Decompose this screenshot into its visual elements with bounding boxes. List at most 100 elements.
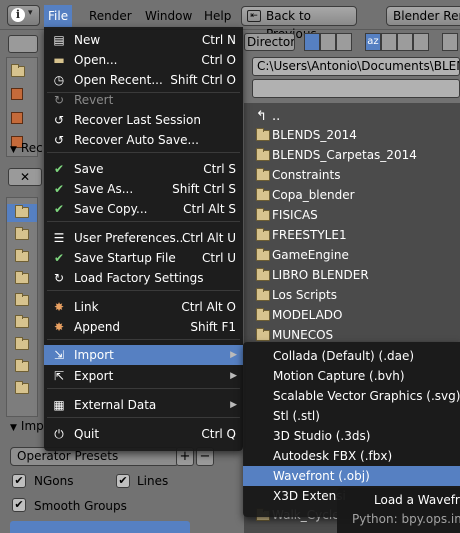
menu-file[interactable]: File — [44, 5, 73, 27]
list-item-label: BLENDS_Carpetas_2014 — [272, 148, 417, 162]
display-short-list-button[interactable] — [304, 33, 320, 51]
import-panel-header[interactable]: ▼ Imp — [10, 419, 44, 433]
link-icon: ✸ — [53, 300, 65, 314]
directory-path-field[interactable]: C:\Users\Antonio\Documents\BLENDER\ — [252, 57, 460, 76]
display-long-list-button[interactable] — [320, 33, 336, 51]
sort-time-button[interactable] — [397, 33, 413, 51]
list-item[interactable]: FREESTYLE1 — [244, 225, 460, 245]
menu-help[interactable]: Help — [204, 7, 231, 25]
import-item-fbx[interactable]: Autodesk FBX (.fbx) — [243, 446, 460, 466]
folder-icon — [15, 337, 29, 350]
sort-size-button[interactable] — [413, 33, 429, 51]
menu-item-recover-auto-save[interactable]: ↺ Recover Auto Save... — [44, 130, 243, 150]
menu-item-label: Revert — [74, 93, 114, 107]
import-item-svg[interactable]: Scalable Vector Graphics (.svg) — [243, 386, 460, 406]
preferences-icon: ☰ — [53, 231, 65, 245]
tooltip-description: Load a Wavefront — [374, 493, 460, 507]
menu-window[interactable]: Window — [145, 7, 192, 25]
menu-separator — [47, 339, 240, 340]
back-to-previous-button[interactable]: ⇤ Back to Previous — [241, 6, 357, 41]
list-item[interactable]: Copa_blender — [244, 185, 460, 205]
filename-field[interactable] — [252, 79, 460, 98]
folder-icon — [15, 249, 29, 262]
menu-item-open-recent[interactable]: ◷ Open Recent... Shift Ctrl O — [44, 70, 243, 90]
auto-save-icon: ↺ — [53, 133, 65, 147]
menu-item-link[interactable]: ✸ Link Ctrl Alt O — [44, 297, 243, 317]
menu-item-quit[interactable]: ⏻ Quit Ctrl Q — [44, 424, 243, 444]
operator-button-partial[interactable] — [10, 521, 190, 533]
recent-folders-list — [6, 197, 38, 417]
menu-item-shortcut: Ctrl O — [201, 53, 236, 67]
menu-item-label: Import — [74, 348, 114, 362]
open-folder-icon: ▬ — [53, 53, 65, 67]
menu-item-recover-last-session[interactable]: ↺ Recover Last Session — [44, 110, 243, 130]
back-icon: ⇤ — [247, 10, 261, 22]
render-engine-select[interactable]: Blender Rend — [386, 6, 460, 26]
sort-alpha-icon[interactable]: az — [365, 33, 381, 51]
recover-icon: ↺ — [53, 113, 65, 127]
list-item-label: Constraints — [272, 168, 341, 182]
menu-item-shortcut: Ctrl S — [203, 162, 236, 176]
recent-panel-header[interactable]: ▼ Rec — [10, 141, 43, 155]
list-item[interactable]: MODELADO — [244, 305, 460, 325]
list-item[interactable]: Constraints — [244, 165, 460, 185]
smooth-groups-checkbox[interactable]: ✔ — [12, 498, 26, 512]
menu-item-save-as[interactable]: ✔ Save As... Shift Ctrl S — [44, 179, 243, 199]
menu-item-label: Link — [74, 300, 99, 314]
menu-item-label: Save As... — [74, 182, 134, 196]
folder-icon — [256, 188, 270, 201]
menu-item-label: Open... — [74, 53, 118, 67]
parent-directory-button[interactable]: Directory — [244, 33, 295, 51]
ngons-label: NGons — [34, 474, 74, 488]
parent-dir-row[interactable]: ↰ .. — [244, 107, 460, 127]
menu-item-new[interactable]: ▤ New Ctrl N — [44, 30, 243, 50]
menu-item-save-copy[interactable]: ✔ Save Copy... Ctrl Alt S — [44, 199, 243, 219]
list-item[interactable]: Los Scripts — [244, 285, 460, 305]
import-item-bvh[interactable]: Motion Capture (.bvh) — [243, 366, 460, 386]
sort-extension-button[interactable] — [381, 33, 397, 51]
menu-item-save-startup-file[interactable]: ✔ Save Startup File Ctrl U — [44, 248, 243, 268]
collapse-triangle-icon: ▼ — [10, 145, 17, 155]
menu-item-user-preferences[interactable]: ☰ User Preferences... Ctrl Alt U — [44, 228, 243, 248]
save-check-icon: ✔ — [53, 162, 65, 176]
lines-checkbox[interactable]: ✔ — [116, 474, 130, 488]
list-item-label: LIBRO BLENDER — [272, 268, 369, 282]
import-item-obj[interactable]: Wavefront (.obj) — [243, 466, 460, 486]
menu-item-export[interactable]: ⇱ Export ▶ — [44, 366, 243, 386]
menu-item-save[interactable]: ✔ Save Ctrl S — [44, 159, 243, 179]
panel-type-button[interactable] — [8, 35, 38, 53]
editor-type-button[interactable]: i ▾ — [7, 5, 40, 26]
menu-item-append[interactable]: ✸ Append Shift F1 — [44, 317, 243, 337]
menu-item-label: Export — [74, 369, 114, 383]
submenu-arrow-icon: ▶ — [230, 400, 237, 410]
menu-separator — [47, 388, 240, 389]
folder-icon — [256, 288, 270, 301]
ngons-checkbox[interactable]: ✔ — [12, 474, 26, 488]
list-item[interactable]: LIBRO BLENDER — [244, 265, 460, 285]
list-item-label: Copa_blender — [272, 188, 355, 202]
list-item[interactable]: FISICAS — [244, 205, 460, 225]
folder-icon — [256, 268, 270, 281]
menu-item-shortcut: Ctrl U — [202, 251, 236, 265]
folder-icon — [15, 205, 29, 218]
menu-item-label: Recover Last Session — [74, 113, 201, 127]
top-header: i ▾ File Render Window Help ⇤ Back to Pr… — [0, 0, 460, 41]
menu-item-import[interactable]: ⇲ Import ▶ — [44, 345, 243, 365]
hide-dotfiles-button[interactable] — [442, 33, 458, 51]
display-thumbnails-button[interactable] — [336, 33, 352, 51]
import-item-stl[interactable]: Stl (.stl) — [243, 406, 460, 426]
save-as-icon: ✔ — [53, 182, 65, 196]
external-data-icon: ▦ — [53, 398, 65, 412]
list-item[interactable]: BLENDS_2014 — [244, 125, 460, 145]
import-item-collada[interactable]: Collada (Default) (.dae) — [243, 346, 460, 366]
menu-separator — [47, 221, 240, 222]
clear-recent-button[interactable]: ✕ — [8, 168, 42, 186]
import-item-3ds[interactable]: 3D Studio (.3ds) — [243, 426, 460, 446]
menu-item-open[interactable]: ▬ Open... Ctrl O — [44, 50, 243, 70]
list-item[interactable]: BLENDS_Carpetas_2014 — [244, 145, 460, 165]
import-header-label: Imp — [20, 419, 44, 433]
menu-render[interactable]: Render — [89, 7, 132, 25]
menu-item-external-data[interactable]: ▦ External Data ▶ — [44, 395, 243, 415]
menu-item-load-factory-settings[interactable]: ↻ Load Factory Settings — [44, 268, 243, 288]
list-item[interactable]: GameEngine — [244, 245, 460, 265]
